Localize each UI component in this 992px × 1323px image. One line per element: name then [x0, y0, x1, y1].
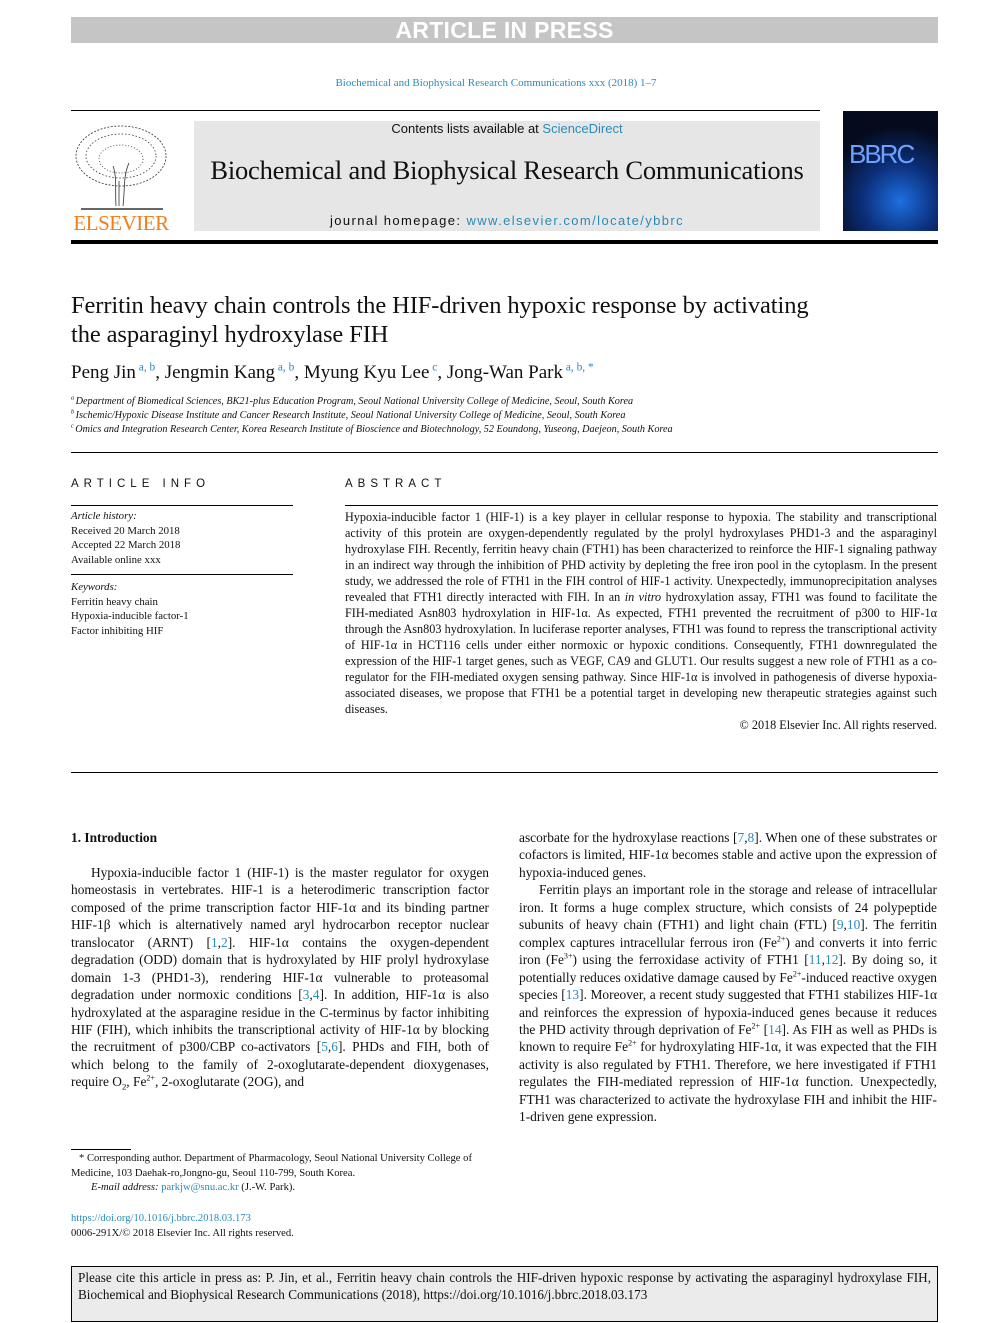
affiliation: c Omics and Integration Research Center,…	[71, 423, 673, 437]
divider	[71, 505, 293, 506]
inline-text: 2+	[146, 1073, 155, 1083]
divider	[71, 574, 293, 575]
keyword: Factor inhibiting HIF	[71, 624, 164, 637]
history-online: Available online xxx	[71, 553, 161, 566]
inline-text: 2+	[792, 969, 802, 979]
journal-banner: Contents lists available at ScienceDirec…	[194, 121, 820, 231]
homepage-line: journal homepage: www.elsevier.com/locat…	[194, 213, 820, 228]
paragraph: ascorbate for the hydroxylase reactions …	[519, 830, 937, 880]
abstract-copyright: © 2018 Elsevier Inc. All rights reserved…	[739, 718, 937, 732]
author-name: Peng Jin	[71, 362, 136, 383]
citation-link[interactable]: 8	[748, 830, 755, 845]
affiliation-text: Omics and Integration Research Center, K…	[75, 424, 673, 435]
citation-link[interactable]: 10	[847, 917, 860, 932]
contents-line: Contents lists available at ScienceDirec…	[194, 121, 820, 136]
homepage-link[interactable]: www.elsevier.com/locate/ybbrc	[466, 213, 684, 228]
author-name: Jong-Wan Park	[446, 362, 563, 383]
keyword: Hypoxia-inducible factor-1	[71, 610, 189, 622]
citation-link[interactable]: 6	[331, 1039, 338, 1054]
inline-text: 2+	[776, 934, 786, 944]
citation-link[interactable]: 2	[221, 935, 228, 950]
author-affiliation-marks[interactable]: c	[429, 362, 437, 374]
affiliations: a Department of Biomedical Sciences, BK2…	[71, 395, 673, 437]
citation-link[interactable]: 14	[768, 1022, 781, 1037]
journal-cover-image: BBRC	[843, 111, 938, 231]
intro-paragraphs: ascorbate for the hydroxylase reactions …	[519, 829, 937, 1126]
article-in-press-banner: ARTICLE IN PRESS	[71, 17, 938, 43]
corresponding-author: * Corresponding author. Department of Ph…	[71, 1153, 472, 1179]
citation-link[interactable]: 12	[825, 952, 838, 967]
body-column-left: 1. Introduction Hypoxia-inducible factor…	[71, 829, 489, 1091]
author-affiliation-marks[interactable]: a, b	[136, 362, 155, 374]
keyword: Ferritin heavy chain	[71, 595, 158, 608]
abstract-heading: ABSTRACT	[345, 478, 447, 490]
issn: 0006-291X/© 2018 Elsevier Inc. All right…	[71, 1228, 294, 1239]
citation-box: Please cite this article in press as: P.…	[71, 1266, 938, 1322]
affiliation-text: Ischemic/Hypoxic Disease Institute and C…	[75, 410, 626, 421]
header-rule	[71, 110, 820, 111]
citation-link[interactable]: 11	[809, 952, 822, 967]
sciencedirect-link[interactable]: ScienceDirect	[542, 121, 622, 136]
inline-text: 2+	[751, 1021, 761, 1031]
inline-text: in vitro	[624, 590, 662, 604]
contents-prefix: Contents lists available at	[391, 121, 543, 136]
abstract-text: Hypoxia-inducible factor 1 (HIF-1) is a …	[345, 510, 938, 716]
citation-link[interactable]: 5	[321, 1039, 328, 1054]
citation-link[interactable]: 13	[566, 987, 579, 1002]
footnote-rule	[71, 1149, 131, 1150]
section-heading: 1. Introduction	[71, 830, 158, 845]
inline-text: 3+	[563, 951, 573, 961]
publisher-name: ELSEVIER	[73, 211, 169, 235]
article-info: Article history: Received 20 March 2018 …	[71, 509, 293, 638]
cover-title: BBRC	[849, 139, 915, 169]
citation-link[interactable]: 1	[211, 935, 218, 950]
history-received: Received 20 March 2018	[71, 524, 180, 537]
citation-link[interactable]: 3	[303, 987, 310, 1002]
journal-reference[interactable]: Biochemical and Biophysical Research Com…	[0, 77, 992, 89]
citation-link[interactable]: 7	[737, 830, 744, 845]
intro-paragraphs: Hypoxia-inducible factor 1 (HIF-1) is th…	[71, 864, 489, 1091]
keywords-label: Keywords:	[71, 581, 118, 593]
doi-link[interactable]: https://doi.org/10.1016/j.bbrc.2018.03.1…	[71, 1211, 294, 1226]
article-title: Ferritin heavy chain controls the HIF-dr…	[71, 292, 809, 348]
citation-link[interactable]: 9	[837, 917, 844, 932]
email-suffix: (J.-W. Park).	[238, 1182, 296, 1193]
divider	[71, 772, 938, 773]
body-column-right: ascorbate for the hydroxylase reactions …	[519, 829, 937, 1126]
citation-link[interactable]: 4	[313, 987, 320, 1002]
journal-title: Biochemical and Biophysical Research Com…	[210, 155, 804, 185]
history-accepted: Accepted 22 March 2018	[71, 539, 181, 551]
doi-block: https://doi.org/10.1016/j.bbrc.2018.03.1…	[71, 1211, 294, 1241]
author-name: Myung Kyu Lee	[303, 362, 430, 383]
paragraph: Hypoxia-inducible factor 1 (HIF-1) is th…	[71, 864, 489, 1093]
footnote: * Corresponding author. Department of Ph…	[71, 1152, 489, 1196]
affiliation-text: Department of Biomedical Sciences, BK21-…	[75, 396, 634, 407]
divider	[71, 452, 938, 453]
paragraph: Ferritin plays an important role in the …	[519, 882, 938, 1125]
inline-text: 2+	[628, 1038, 637, 1048]
article-info-heading: ARTICLE INFO	[71, 478, 211, 490]
divider	[345, 505, 938, 506]
author-name: Jengmin Kang	[164, 362, 276, 383]
header-thick-rule	[71, 240, 938, 244]
email-link[interactable]: parkjw@snu.ac.kr	[161, 1182, 238, 1193]
homepage-prefix: journal homepage:	[329, 213, 467, 228]
inline-text: 2	[121, 1082, 127, 1093]
author-affiliation-marks[interactable]: a, b, *	[563, 362, 594, 374]
email-label: E-mail address:	[91, 1182, 162, 1193]
abstract: Hypoxia-inducible factor 1 (HIF-1) is a …	[345, 509, 937, 733]
history-label: Article history:	[71, 510, 137, 522]
author-list: Peng Jin a, b, Jengmin Kang a, b, Myung …	[71, 361, 594, 383]
affiliation: a Department of Biomedical Sciences, BK2…	[71, 395, 673, 409]
affiliation: b Ischemic/Hypoxic Disease Institute and…	[71, 409, 673, 423]
author-affiliation-marks[interactable]: a, b	[275, 362, 294, 374]
